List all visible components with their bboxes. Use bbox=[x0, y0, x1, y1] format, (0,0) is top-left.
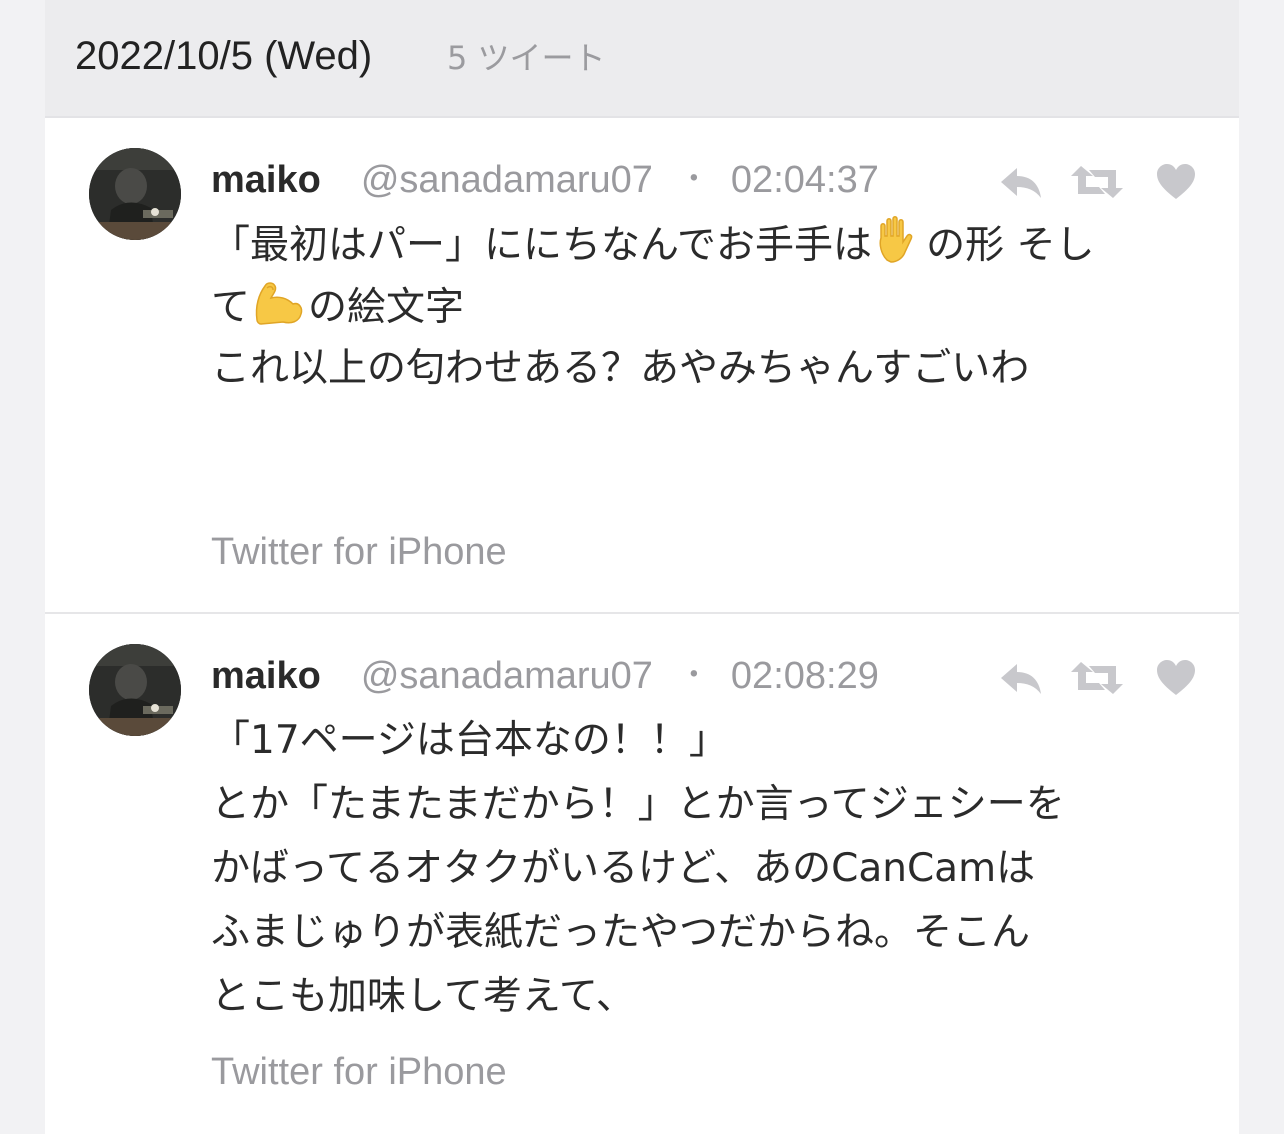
reply-icon[interactable] bbox=[997, 658, 1045, 698]
tweet-actions bbox=[997, 658, 1197, 698]
heart-icon[interactable] bbox=[1155, 658, 1197, 698]
tweet-time[interactable]: 02:08:29 bbox=[731, 650, 879, 702]
tweet-card[interactable]: maiko @sanadamaru07 ・ 02:08:29 「17ページは台本なの！ bbox=[45, 614, 1239, 1134]
day-date: 2022/10/5 (Wed) bbox=[75, 34, 373, 78]
avatar[interactable] bbox=[89, 148, 181, 240]
retweet-icon[interactable] bbox=[1069, 162, 1125, 202]
tweet-text-line: て の絵文字 bbox=[211, 276, 464, 347]
day-header: 2022/10/5 (Wed) 5 ツイート bbox=[45, 0, 1239, 118]
text-segment: の絵文字 bbox=[308, 285, 465, 330]
user-handle[interactable]: @sanadamaru07 bbox=[361, 154, 653, 206]
user-handle[interactable]: @sanadamaru07 bbox=[361, 650, 653, 702]
heart-icon[interactable] bbox=[1155, 162, 1197, 202]
separator-dot: ・ bbox=[678, 658, 709, 693]
tweet-card[interactable]: maiko @sanadamaru07 ・ 02:04:37 「最初はパー」ににちなん bbox=[45, 118, 1239, 614]
text-segment: の形 そし bbox=[926, 223, 1095, 268]
tweet-text-line: ふまじゅりが表紙だったやつだからね。そこん bbox=[211, 910, 1031, 955]
tweet-time[interactable]: 02:04:37 bbox=[731, 154, 879, 206]
raised-hand-emoji bbox=[873, 214, 925, 285]
tweet-source[interactable]: Twitter for iPhone bbox=[211, 1048, 507, 1096]
tweet-text-line: 「17ページは台本なの！！」 bbox=[211, 718, 728, 763]
avatar[interactable] bbox=[89, 644, 181, 736]
timeline-column: 2022/10/5 (Wed) 5 ツイート maiko @sanadamaru0… bbox=[45, 0, 1239, 1134]
day-tweet-count: 5 ツイート bbox=[447, 39, 606, 77]
user-name[interactable]: maiko bbox=[211, 154, 321, 206]
tweet-source[interactable]: Twitter for iPhone bbox=[211, 528, 507, 576]
user-name[interactable]: maiko bbox=[211, 650, 321, 702]
text-segment: て bbox=[211, 285, 251, 330]
retweet-icon[interactable] bbox=[1069, 658, 1125, 698]
text-segment: 「最初はパー」ににちなんでお手手は bbox=[211, 223, 873, 268]
tweet-text-line: 「最初はパー」ににちなんでお手手は の形 そし bbox=[211, 214, 1094, 285]
tweet-header: maiko @sanadamaru07 ・ 02:04:37 bbox=[211, 154, 879, 206]
tweet-text-line: とこも加味して考えて、 bbox=[211, 974, 635, 1019]
tweet-text-line: とか「たまたまだから！」とか言ってジェシーを bbox=[211, 782, 1065, 827]
tweet-actions bbox=[997, 162, 1197, 202]
tweet-header: maiko @sanadamaru07 ・ 02:08:29 bbox=[211, 650, 879, 702]
tweet-text-line: かばってるオタクがいるけど、あのCanCamは bbox=[211, 846, 1036, 891]
reply-icon[interactable] bbox=[997, 162, 1045, 202]
tweet-text-line: これ以上の匂わせある？あやみちゃんすごいわ bbox=[211, 346, 1030, 391]
separator-dot: ・ bbox=[678, 162, 709, 197]
flexed-biceps-emoji bbox=[251, 276, 307, 347]
